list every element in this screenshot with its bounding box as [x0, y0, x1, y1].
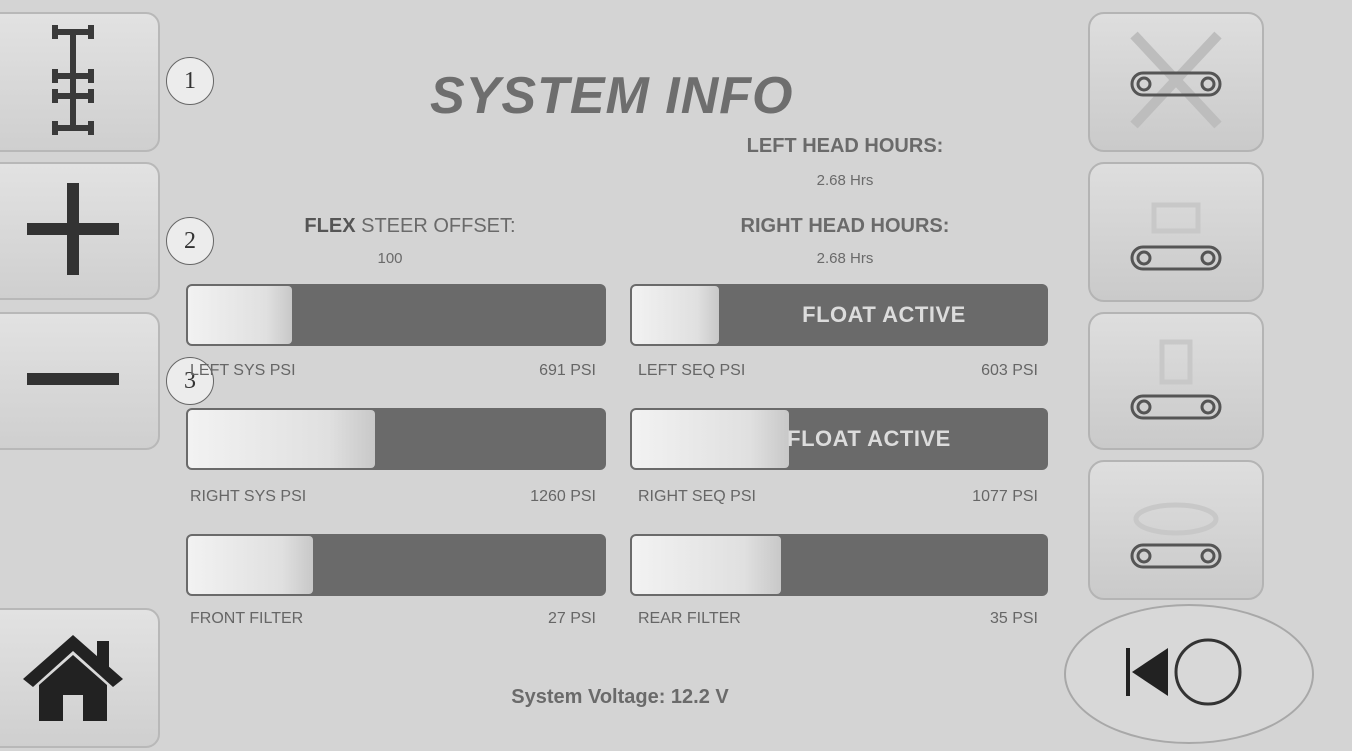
left-seq-psi-value: 603 PSI [981, 362, 1038, 379]
callout-1: 1 [166, 57, 214, 105]
left-sys-psi-label: LEFT SYS PSI [190, 362, 296, 379]
home-button[interactable] [0, 608, 160, 748]
right-seq-psi-gauge: FLOAT ACTIVE [630, 408, 1048, 470]
system-voltage: System Voltage: 12.2 V [511, 686, 729, 708]
home-icon [23, 631, 123, 726]
rear-filter-label: REAR FILTER [638, 610, 741, 627]
flex-label: FLEX [304, 215, 356, 237]
plus-button[interactable] [0, 162, 160, 300]
float-active-indicator: FLOAT ACTIVE [787, 426, 951, 451]
header-disabled-icon [1116, 25, 1236, 140]
header-mid-icon [1116, 324, 1236, 439]
left-seq-psi-gauge: FLOAT ACTIVE [630, 284, 1048, 346]
right-sys-psi-value: 1260 PSI [530, 488, 596, 505]
axle-config-icon [48, 24, 98, 140]
gauge-overlay [186, 284, 606, 346]
left-sys-psi-gauge [186, 284, 606, 346]
right-head-hours-label: RIGHT HEAD HOURS: [740, 215, 950, 237]
front-filter-gauge [186, 534, 606, 596]
front-filter-value: 27 PSI [547, 610, 596, 627]
header-lower-icon [1116, 473, 1236, 588]
rear-filter-value: 35 PSI [989, 610, 1038, 627]
rear-filter-gauge [630, 534, 1048, 596]
plus-icon [27, 182, 119, 280]
minus-icon [27, 372, 119, 391]
header-raise-icon [1116, 175, 1236, 290]
left-head-hours-value: 2.68 Hrs [816, 172, 874, 189]
gauge-overlay [186, 408, 606, 470]
left-seq-psi-label: LEFT SEQ PSI [638, 362, 746, 379]
flex-steer-offset-label: FLEX STEER OFFSET: [260, 215, 560, 238]
header-mid-button[interactable] [1088, 312, 1264, 450]
right-head-hours-value: 2.68 Hrs [816, 250, 874, 267]
back-arrow-circle-icon [1124, 632, 1254, 717]
right-seq-psi-value: 1077 PSI [972, 488, 1038, 505]
header-lower-button[interactable] [1088, 460, 1264, 600]
header-disabled-button[interactable] [1088, 12, 1264, 152]
front-filter-label: FRONT FILTER [190, 610, 304, 627]
header-raise-button[interactable] [1088, 162, 1264, 302]
right-seq-psi-label: RIGHT SEQ PSI [638, 488, 756, 505]
left-sys-psi-value: 691 PSI [539, 362, 596, 379]
callout-2: 2 [166, 217, 214, 265]
float-active-indicator: FLOAT ACTIVE [802, 302, 966, 327]
gauge-overlay [186, 534, 606, 596]
left-head-hours-label: LEFT HEAD HOURS: [746, 135, 944, 157]
right-sys-psi-label: RIGHT SYS PSI [190, 488, 307, 505]
right-sys-psi-gauge [186, 408, 606, 470]
gauge-overlay [630, 534, 1048, 596]
steer-offset-label: STEER OFFSET: [355, 215, 516, 237]
flex-steer-offset-value: 100 [377, 250, 403, 267]
minus-button[interactable] [0, 312, 160, 450]
page-title: SYSTEM INFO [430, 67, 794, 125]
axle-config-button[interactable] [0, 12, 160, 152]
back-button[interactable] [1064, 604, 1314, 744]
